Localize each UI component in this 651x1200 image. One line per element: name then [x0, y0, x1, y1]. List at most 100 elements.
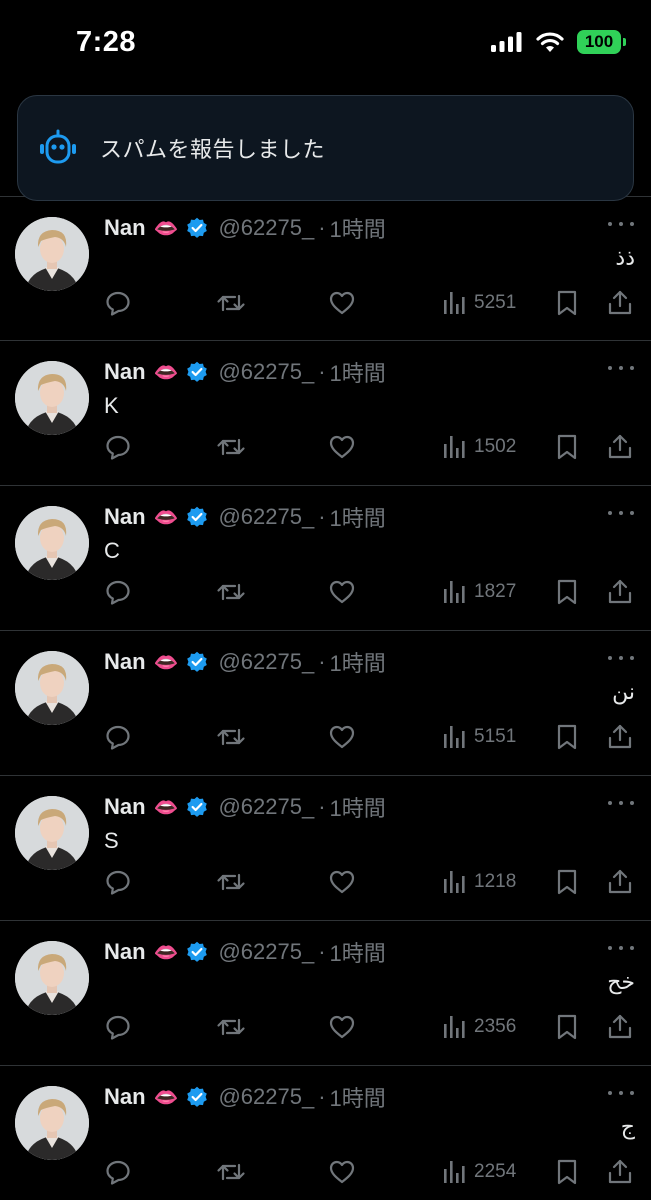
- tweet-header: Nan 👄 @62275_ · 1時間: [104, 792, 591, 822]
- like-heart-icon[interactable]: [328, 868, 356, 896]
- more-options-icon[interactable]: [608, 943, 634, 953]
- author-name[interactable]: Nan: [104, 359, 146, 385]
- separator-dot: ·: [318, 359, 326, 384]
- tweet[interactable]: Nan 👄 @62275_ · 1時間 ج 2254: [0, 1066, 651, 1200]
- verified-badge-icon: [186, 506, 208, 528]
- retweet-icon[interactable]: [216, 1013, 246, 1041]
- author-name[interactable]: Nan: [104, 649, 146, 675]
- author-name[interactable]: Nan: [104, 504, 146, 530]
- tweet[interactable]: Nan 👄 @62275_ · 1時間 خح 2356: [0, 921, 651, 1066]
- more-options-icon[interactable]: [608, 1088, 634, 1098]
- retweet-icon[interactable]: [216, 578, 246, 606]
- separator-dot: ·: [318, 649, 326, 674]
- post-time[interactable]: 1時間: [330, 791, 386, 823]
- author-handle[interactable]: @62275_: [218, 939, 314, 965]
- tweet[interactable]: Nan 👄 @62275_ · 1時間 S 1218: [0, 776, 651, 921]
- reply-icon[interactable]: [104, 433, 132, 461]
- share-icon[interactable]: [606, 289, 634, 317]
- author-handle[interactable]: @62275_: [218, 794, 314, 820]
- spam-report-toast[interactable]: スパムを報告しました: [17, 95, 634, 201]
- views-chart-icon: [442, 290, 466, 316]
- reply-icon[interactable]: [104, 868, 132, 896]
- more-options-icon[interactable]: [608, 219, 634, 229]
- views[interactable]: 1218: [442, 868, 516, 896]
- views[interactable]: 1502: [442, 433, 516, 461]
- views-count: 1218: [474, 871, 517, 892]
- views[interactable]: 5151: [442, 723, 516, 751]
- share-icon[interactable]: [606, 1158, 634, 1186]
- avatar[interactable]: [15, 1086, 89, 1160]
- bookmark-icon[interactable]: [554, 289, 580, 317]
- bookmark-icon[interactable]: [554, 723, 580, 751]
- avatar[interactable]: [15, 506, 89, 580]
- post-time[interactable]: 1時間: [330, 646, 386, 678]
- author-name[interactable]: Nan: [104, 939, 146, 965]
- views[interactable]: 2254: [442, 1158, 516, 1186]
- separator-dot: ·: [318, 939, 326, 964]
- views[interactable]: 5251: [442, 289, 516, 317]
- like-heart-icon[interactable]: [328, 723, 356, 751]
- share-icon[interactable]: [606, 433, 634, 461]
- toast-message: スパムを報告しました: [100, 137, 326, 162]
- views-count: 2356: [474, 1016, 517, 1037]
- reply-icon[interactable]: [104, 1013, 132, 1041]
- bookmark-icon[interactable]: [554, 1013, 580, 1041]
- share-icon[interactable]: [606, 578, 634, 606]
- separator-dot: ·: [318, 215, 326, 240]
- lips-emoji: 👄: [153, 361, 179, 384]
- lips-emoji: 👄: [153, 796, 179, 819]
- share-icon[interactable]: [606, 723, 634, 751]
- retweet-icon[interactable]: [216, 433, 246, 461]
- like-heart-icon[interactable]: [328, 578, 356, 606]
- bookmark-icon[interactable]: [554, 868, 580, 896]
- views[interactable]: 1827: [442, 578, 516, 606]
- post-time[interactable]: 1時間: [330, 212, 386, 244]
- share-icon[interactable]: [606, 868, 634, 896]
- avatar[interactable]: [15, 217, 89, 291]
- retweet-icon[interactable]: [216, 868, 246, 896]
- status-bar: 7:28 100: [0, 0, 651, 90]
- retweet-icon[interactable]: [216, 289, 246, 317]
- more-options-icon[interactable]: [608, 363, 634, 373]
- author-handle[interactable]: @62275_: [218, 504, 314, 530]
- author-name[interactable]: Nan: [104, 1084, 146, 1110]
- tweet[interactable]: Nan 👄 @62275_ · 1時間 ذذ 5251: [0, 196, 651, 341]
- post-time[interactable]: 1時間: [330, 1081, 386, 1113]
- bookmark-icon[interactable]: [554, 578, 580, 606]
- more-options-icon[interactable]: [608, 508, 634, 518]
- author-handle[interactable]: @62275_: [218, 359, 314, 385]
- author-handle[interactable]: @62275_: [218, 1084, 314, 1110]
- avatar[interactable]: [15, 941, 89, 1015]
- like-heart-icon[interactable]: [328, 289, 356, 317]
- post-time[interactable]: 1時間: [330, 356, 386, 388]
- tweet[interactable]: Nan 👄 @62275_ · 1時間 K 1502: [0, 341, 651, 486]
- author-name[interactable]: Nan: [104, 794, 146, 820]
- share-icon[interactable]: [606, 1013, 634, 1041]
- avatar[interactable]: [15, 796, 89, 870]
- more-options-icon[interactable]: [608, 653, 634, 663]
- tweet[interactable]: Nan 👄 @62275_ · 1時間 C 1827: [0, 486, 651, 631]
- retweet-icon[interactable]: [216, 723, 246, 751]
- views[interactable]: 2356: [442, 1013, 516, 1041]
- retweet-icon[interactable]: [216, 1158, 246, 1186]
- reply-icon[interactable]: [104, 578, 132, 606]
- tweet[interactable]: Nan 👄 @62275_ · 1時間 نن 5151: [0, 631, 651, 776]
- author-handle[interactable]: @62275_: [218, 215, 314, 241]
- reply-icon[interactable]: [104, 289, 132, 317]
- more-options-icon[interactable]: [608, 798, 634, 808]
- like-heart-icon[interactable]: [328, 1013, 356, 1041]
- bookmark-icon[interactable]: [554, 433, 580, 461]
- tweet-actions: 1218: [0, 868, 651, 896]
- avatar[interactable]: [15, 361, 89, 435]
- avatar[interactable]: [15, 651, 89, 725]
- like-heart-icon[interactable]: [328, 433, 356, 461]
- like-heart-icon[interactable]: [328, 1158, 356, 1186]
- post-time[interactable]: 1時間: [330, 936, 386, 968]
- author-handle[interactable]: @62275_: [218, 649, 314, 675]
- author-name[interactable]: Nan: [104, 215, 146, 241]
- reply-icon[interactable]: [104, 723, 132, 751]
- reply-icon[interactable]: [104, 1158, 132, 1186]
- tweet-text: خح: [607, 969, 635, 994]
- post-time[interactable]: 1時間: [330, 501, 386, 533]
- bookmark-icon[interactable]: [554, 1158, 580, 1186]
